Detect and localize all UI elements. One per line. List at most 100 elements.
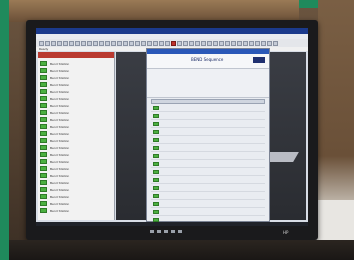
monitor-button[interactable]: [178, 230, 182, 233]
table-row[interactable]: [151, 184, 265, 192]
toolbar-button[interactable]: [129, 40, 134, 46]
table-row[interactable]: [151, 160, 265, 168]
list-item[interactable]: Bend Station: [38, 123, 114, 130]
list-item-label: Bend Station: [50, 82, 70, 87]
monitor-button[interactable]: [150, 230, 154, 233]
list-item[interactable]: Bend Station: [38, 67, 114, 74]
toolbar-button[interactable]: [243, 40, 248, 46]
list-item[interactable]: Bend Station: [38, 137, 114, 144]
toolbar-button[interactable]: [159, 40, 164, 46]
toolbar-button[interactable]: [177, 40, 182, 46]
tool-icon: [40, 124, 47, 129]
toolbar-button[interactable]: [99, 40, 104, 46]
toolbar-button[interactable]: [261, 40, 266, 46]
toolbar-button[interactable]: [69, 40, 74, 46]
toolbar-button[interactable]: [51, 40, 56, 46]
list-item-label: Bend Station: [50, 89, 70, 94]
monitor-button[interactable]: [164, 230, 168, 233]
list-item[interactable]: Bend Station: [38, 186, 114, 193]
toolbar-button[interactable]: [81, 40, 86, 46]
list-item[interactable]: Bend Station: [38, 151, 114, 158]
bend-icon: [153, 185, 159, 190]
toolbar-button[interactable]: [135, 40, 140, 46]
table-row[interactable]: [151, 120, 265, 128]
list-item[interactable]: Bend Station: [38, 116, 114, 123]
list-item[interactable]: Bend Station: [38, 130, 114, 137]
list-item[interactable]: Bend Station: [38, 60, 114, 67]
list-item[interactable]: Bend Station: [38, 144, 114, 151]
left-panel-header: [38, 52, 114, 58]
list-item[interactable]: Bend Station: [38, 165, 114, 172]
toolbar-button[interactable]: [195, 40, 200, 46]
table-row[interactable]: [151, 152, 265, 160]
bend-icon: [153, 193, 159, 198]
list-item[interactable]: Bend Station: [38, 179, 114, 186]
toolbar-button[interactable]: [147, 40, 152, 46]
table-row[interactable]: [151, 112, 265, 120]
table-row[interactable]: [151, 168, 265, 176]
list-item-label: Bend Station: [50, 138, 70, 143]
list-item[interactable]: Bend Station: [38, 200, 114, 207]
toolbar-button[interactable]: [219, 40, 224, 46]
list-item[interactable]: Bend Station: [38, 74, 114, 81]
list-item[interactable]: Bend Station: [38, 193, 114, 200]
toolbar-button[interactable]: [183, 40, 188, 46]
table-row[interactable]: [151, 144, 265, 152]
toolbar-button[interactable]: [207, 40, 212, 46]
toolbar-button[interactable]: [237, 40, 242, 46]
table-row[interactable]: [151, 208, 265, 216]
toolbar-button[interactable]: [111, 40, 116, 46]
toolbar-button[interactable]: [63, 40, 68, 46]
toolbar-button[interactable]: [165, 40, 170, 46]
table-row[interactable]: [151, 104, 265, 112]
toolbar-button[interactable]: [153, 40, 158, 46]
toolbar-button[interactable]: [255, 40, 260, 46]
list-item[interactable]: Bend Station: [38, 158, 114, 165]
toolbar-button[interactable]: [213, 40, 218, 46]
list-item[interactable]: Bend Station: [38, 109, 114, 116]
taskbar: [36, 222, 308, 226]
list-item[interactable]: Bend Station: [38, 102, 114, 109]
tool-icon: [40, 166, 47, 171]
toolbar-button[interactable]: [225, 40, 230, 46]
toolbar-button[interactable]: [189, 40, 194, 46]
toolbar-button[interactable]: [57, 40, 62, 46]
tool-icon: [40, 187, 47, 192]
toolbar-button[interactable]: [45, 40, 50, 46]
table-row[interactable]: [151, 136, 265, 144]
list-item[interactable]: Bend Station: [38, 172, 114, 179]
toolbar-button[interactable]: [171, 40, 176, 46]
bend-icon: [153, 121, 159, 126]
toolbar-button[interactable]: [273, 40, 278, 46]
toolbar-button[interactable]: [267, 40, 272, 46]
tool-icon: [40, 110, 47, 115]
table-row[interactable]: [151, 200, 265, 208]
monitor-button[interactable]: [171, 230, 175, 233]
tool-icon: [40, 180, 47, 185]
toolbar-button[interactable]: [231, 40, 236, 46]
toolbar-button[interactable]: [141, 40, 146, 46]
toolbar-button[interactable]: [117, 40, 122, 46]
table-row[interactable]: [151, 192, 265, 200]
toolbar-button[interactable]: [249, 40, 254, 46]
toolbar-button[interactable]: [75, 40, 80, 46]
monitor-button[interactable]: [157, 230, 161, 233]
toolbar-button[interactable]: [201, 40, 206, 46]
list-item[interactable]: Bend Station: [38, 95, 114, 102]
tool-icon: [40, 145, 47, 150]
tool-icon: [40, 152, 47, 157]
list-item-label: Bend Station: [50, 117, 70, 122]
table-row[interactable]: [151, 128, 265, 136]
list-item-label: Bend Station: [50, 194, 70, 199]
list-item[interactable]: Bend Station: [38, 88, 114, 95]
toolbar-button[interactable]: [123, 40, 128, 46]
toolbar-button[interactable]: [93, 40, 98, 46]
dialog-header-label: BEND Sequence: [191, 57, 224, 62]
table-row[interactable]: [151, 176, 265, 184]
toolbar-button[interactable]: [39, 40, 44, 46]
toolbar-button[interactable]: [105, 40, 110, 46]
tool-icon: [40, 61, 47, 66]
toolbar-button[interactable]: [87, 40, 92, 46]
list-item[interactable]: Bend Station: [38, 81, 114, 88]
list-item[interactable]: Bend Station: [38, 207, 114, 214]
